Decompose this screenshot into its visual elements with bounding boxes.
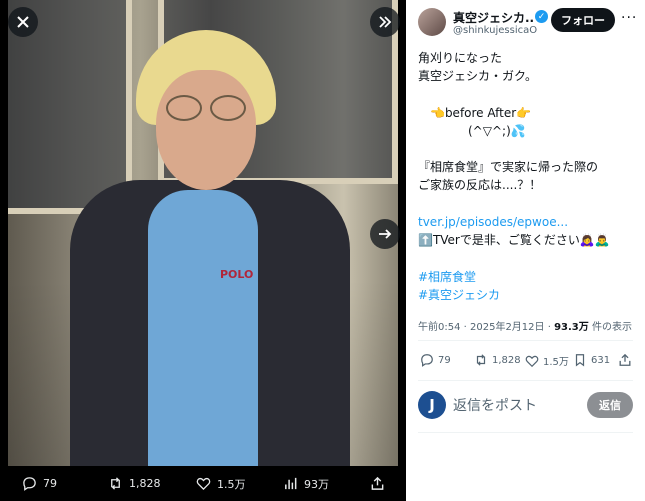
post-text-line: 角刈りになった [418, 51, 503, 65]
post-photo[interactable]: POLO [8, 0, 398, 466]
reply-count: 79 [438, 354, 451, 366]
divider [418, 340, 633, 341]
post-text-line: 👈before After👉 [430, 106, 532, 120]
author-avatar[interactable] [418, 8, 446, 36]
post-text-line: (^▽^;)💦 [468, 124, 526, 138]
views-chart-icon [285, 477, 297, 490]
media-like-count: 1.5万 [217, 477, 246, 491]
author-name[interactable]: 真空ジェシカ... [453, 9, 535, 26]
more-options-icon[interactable]: ··· [621, 10, 637, 26]
close-icon [17, 16, 29, 28]
heart-icon [196, 477, 211, 491]
hashtag-link[interactable]: #相席食堂 [418, 268, 476, 286]
person-face [156, 70, 256, 190]
media-like-button[interactable]: 1.5万 [196, 476, 246, 492]
repost-count: 1,828 [492, 354, 521, 366]
share-icon [619, 353, 631, 366]
author-handle[interactable]: @shinkujessicaO [453, 25, 537, 36]
media-reply-count: 79 [43, 477, 57, 490]
tver-line: ⬆️TVerで是非、ご覧ください🙇‍♀️🙇‍♂️ [418, 233, 610, 247]
like-button[interactable]: 1.5万 [525, 353, 569, 368]
verified-badge-icon: ✓ [535, 10, 548, 23]
person-glasses [164, 95, 250, 123]
media-view-count: 93万 [304, 477, 329, 491]
post-text-line: 『相席食堂』で実家に帰った際の [418, 160, 599, 174]
media-repost-button[interactable]: 1,828 [108, 476, 161, 491]
follow-button[interactable]: フォロー [551, 8, 615, 32]
media-action-bar: 79 1,828 1.5万 93万 [0, 466, 406, 501]
heart-icon [525, 355, 539, 367]
share-button[interactable] [618, 353, 632, 367]
post-text-line: ご家族の反応は....？！ [418, 178, 542, 192]
share-icon [371, 476, 384, 490]
repost-icon [476, 354, 486, 366]
repost-button[interactable]: 1,828 [474, 353, 521, 367]
bookmark-icon [575, 354, 585, 367]
expand-button[interactable] [370, 7, 400, 37]
media-viewer: POLO 79 1,828 1.5万 93万 [0, 0, 406, 501]
sweater-logo: POLO [220, 268, 254, 281]
repost-icon [111, 477, 120, 490]
reply-icon [23, 477, 36, 491]
media-share-button[interactable] [370, 476, 385, 491]
post-panel: 真空ジェシカ... ✓ @shinkujessicaO フォロー ··· 角刈り… [406, 0, 645, 501]
post-view-count: 93.3万 [554, 322, 589, 333]
reply-input[interactable]: 返信をポスト [453, 395, 537, 415]
expand-icon [379, 16, 392, 28]
hashtag-link[interactable]: #真空ジェシカ [418, 286, 500, 304]
divider [418, 380, 633, 381]
views-suffix: 件の表示 [588, 322, 632, 333]
reply-icon [421, 354, 433, 367]
next-arrow-icon [379, 229, 392, 239]
reply-submit-button[interactable]: 返信 [587, 392, 633, 418]
close-button[interactable] [8, 7, 38, 37]
post-stats: 79 1,828 1.5万 631 [418, 353, 633, 371]
post-meta: 午前0:54 · 2025年2月12日 · 93.3万 件の表示 [418, 318, 632, 333]
current-user-avatar: J [418, 391, 446, 419]
next-image-button[interactable] [370, 219, 400, 249]
post-text-line: 真空ジェシカ・ガク。 [418, 69, 538, 83]
media-reply-button[interactable]: 79 [22, 476, 57, 491]
divider [418, 432, 633, 433]
media-views-button[interactable]: 93万 [283, 476, 329, 492]
reply-button[interactable]: 79 [420, 353, 451, 367]
media-repost-count: 1,828 [129, 477, 161, 490]
bookmark-button[interactable]: 631 [573, 353, 610, 367]
person-sweater: POLO [148, 190, 258, 466]
episode-link[interactable]: tver.jp/episodes/epwoe... [418, 213, 568, 231]
bookmark-count: 631 [591, 354, 611, 366]
like-count: 1.5万 [543, 357, 569, 368]
post-timestamp[interactable]: 午前0:54 · 2025年2月12日 · [418, 322, 554, 333]
